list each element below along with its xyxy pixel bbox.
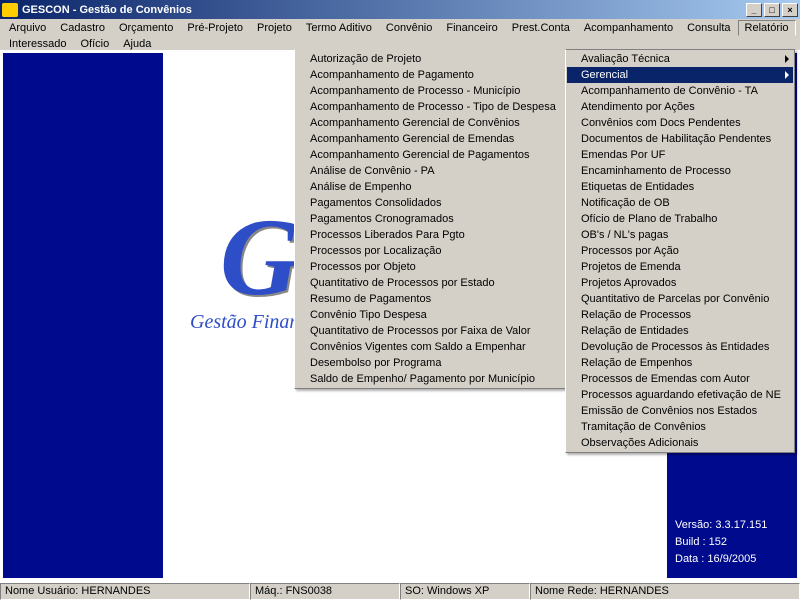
- relatorio-item[interactable]: Acompanhamento Gerencial de Convênios: [296, 115, 564, 131]
- relatorio-item[interactable]: Resumo de Pagamentos: [296, 291, 564, 307]
- relatorio-item[interactable]: Análise de Convênio - PA: [296, 163, 564, 179]
- menu-relatorio-submenu: Avaliação TécnicaGerencialAcompanhamento…: [565, 49, 795, 453]
- submenu-item[interactable]: Projetos Aprovados: [567, 275, 793, 291]
- submenu-item[interactable]: Devolução de Processos às Entidades: [567, 339, 793, 355]
- relatorio-item[interactable]: Convênio Tipo Despesa: [296, 307, 564, 323]
- menu-conv-nio[interactable]: Convênio: [379, 20, 439, 36]
- relatorio-item[interactable]: Quantitativo de Processos por Estado: [296, 275, 564, 291]
- relatorio-item[interactable]: Processos Liberados Para Pgto: [296, 227, 564, 243]
- app-icon: [2, 3, 18, 17]
- side-panel-left: [3, 53, 163, 578]
- version-value: 3.3.17.151: [715, 519, 767, 531]
- status-maq-value: FNS0038: [286, 585, 332, 597]
- relatorio-item[interactable]: Acompanhamento de Pagamento: [296, 67, 564, 83]
- submenu-item[interactable]: Relação de Processos: [567, 307, 793, 323]
- status-maq: Máq.: FNS0038: [250, 583, 400, 600]
- relatorio-item[interactable]: Acompanhamento Gerencial de Emendas: [296, 131, 564, 147]
- chevron-right-icon: [785, 71, 789, 79]
- status-user: Nome Usuário: HERNANDES: [0, 583, 250, 600]
- maximize-button[interactable]: □: [764, 3, 780, 17]
- submenu-item[interactable]: Projetos de Emenda: [567, 259, 793, 275]
- submenu-item[interactable]: Relação de Entidades: [567, 323, 793, 339]
- relatorio-item[interactable]: Desembolso por Programa: [296, 355, 564, 371]
- submenu-item[interactable]: Acompanhamento de Convênio - TA: [567, 83, 793, 99]
- date-value: 16/9/2005: [707, 553, 756, 565]
- submenu-header-item[interactable]: Avaliação Técnica: [567, 51, 793, 67]
- version-label: Versão:: [675, 519, 712, 531]
- menu-cadastro[interactable]: Cadastro: [53, 20, 112, 36]
- submenu-item[interactable]: Convênios com Docs Pendentes: [567, 115, 793, 131]
- minimize-button[interactable]: _: [746, 3, 762, 17]
- submenu-header-item[interactable]: Gerencial: [567, 67, 793, 83]
- submenu-item[interactable]: Emendas Por UF: [567, 147, 793, 163]
- submenu-item[interactable]: Relação de Empenhos: [567, 355, 793, 371]
- submenu-item[interactable]: Ofício de Plano de Trabalho: [567, 211, 793, 227]
- relatorio-item[interactable]: Pagamentos Cronogramados: [296, 211, 564, 227]
- relatorio-item[interactable]: Acompanhamento Gerencial de Pagamentos: [296, 147, 564, 163]
- submenu-item[interactable]: Etiquetas de Entidades: [567, 179, 793, 195]
- window-controls: _ □ ×: [746, 3, 798, 17]
- chevron-right-icon: [785, 55, 789, 63]
- submenu-item[interactable]: Documentos de Habilitação Pendentes: [567, 131, 793, 147]
- status-rede: Nome Rede: HERNANDES: [530, 583, 800, 600]
- relatorio-item[interactable]: Acompanhamento de Processo - Tipo de Des…: [296, 99, 564, 115]
- status-so: SO: Windows XP: [400, 583, 530, 600]
- menu-projeto[interactable]: Projeto: [250, 20, 299, 36]
- build-label: Build :: [675, 536, 706, 548]
- status-so-label: SO:: [405, 585, 424, 597]
- submenu-item[interactable]: Notificação de OB: [567, 195, 793, 211]
- submenu-item[interactable]: Atendimento por Ações: [567, 99, 793, 115]
- relatorio-item[interactable]: Acompanhamento de Processo - Município: [296, 83, 564, 99]
- submenu-item[interactable]: Processos de Emendas com Autor: [567, 371, 793, 387]
- status-so-value: Windows XP: [427, 585, 489, 597]
- status-user-label: Nome Usuário:: [5, 585, 78, 597]
- submenu-item[interactable]: Emissão de Convênios nos Estados: [567, 403, 793, 419]
- status-user-value: HERNANDES: [81, 585, 150, 597]
- submenu-item[interactable]: Quantitativo de Parcelas por Convênio: [567, 291, 793, 307]
- close-button[interactable]: ×: [782, 3, 798, 17]
- submenu-item[interactable]: OB's / NL's pagas: [567, 227, 793, 243]
- menu-relatorio-dropdown: Autorização de ProjetoAcompanhamento de …: [294, 49, 566, 389]
- relatorio-item[interactable]: Quantitativo de Processos por Faixa de V…: [296, 323, 564, 339]
- titlebar: GESCON - Gestão de Convênios _ □ ×: [0, 0, 800, 19]
- relatorio-item[interactable]: Processos por Localização: [296, 243, 564, 259]
- menu-termo-aditivo[interactable]: Termo Aditivo: [299, 20, 379, 36]
- menu-arquivo[interactable]: Arquivo: [2, 20, 53, 36]
- menu-consulta[interactable]: Consulta: [680, 20, 737, 36]
- window-title: GESCON - Gestão de Convênios: [22, 4, 746, 16]
- status-maq-label: Máq.:: [255, 585, 283, 597]
- build-value: 152: [709, 536, 727, 548]
- submenu-item[interactable]: Processos por Ação: [567, 243, 793, 259]
- menu-financeiro[interactable]: Financeiro: [439, 20, 504, 36]
- status-rede-label: Nome Rede:: [535, 585, 597, 597]
- statusbar: Nome Usuário: HERNANDES Máq.: FNS0038 SO…: [0, 582, 800, 600]
- relatorio-item[interactable]: Saldo de Empenho/ Pagamento por Municípi…: [296, 371, 564, 387]
- version-box: Versão: 3.3.17.151 Build : 152 Data : 16…: [675, 517, 789, 568]
- relatorio-item[interactable]: Análise de Empenho: [296, 179, 564, 195]
- submenu-item[interactable]: Processos aguardando efetivação de NE: [567, 387, 793, 403]
- status-rede-value: HERNANDES: [600, 585, 669, 597]
- relatorio-item[interactable]: Convênios Vigentes com Saldo a Empenhar: [296, 339, 564, 355]
- submenu-item[interactable]: Encaminhamento de Processo: [567, 163, 793, 179]
- relatorio-item[interactable]: Processos por Objeto: [296, 259, 564, 275]
- relatorio-item[interactable]: Autorização de Projeto: [296, 51, 564, 67]
- submenu-item[interactable]: Observações Adicionais: [567, 435, 793, 451]
- menu-or-amento[interactable]: Orçamento: [112, 20, 180, 36]
- relatorio-item[interactable]: Pagamentos Consolidados: [296, 195, 564, 211]
- date-label: Data :: [675, 553, 704, 565]
- menu-prest-conta[interactable]: Prest.Conta: [505, 20, 577, 36]
- menu-relat-rio[interactable]: Relatório: [738, 20, 796, 36]
- menu-acompanhamento[interactable]: Acompanhamento: [577, 20, 680, 36]
- menu-pr-projeto[interactable]: Pré-Projeto: [180, 20, 250, 36]
- submenu-item[interactable]: Tramitação de Convênios: [567, 419, 793, 435]
